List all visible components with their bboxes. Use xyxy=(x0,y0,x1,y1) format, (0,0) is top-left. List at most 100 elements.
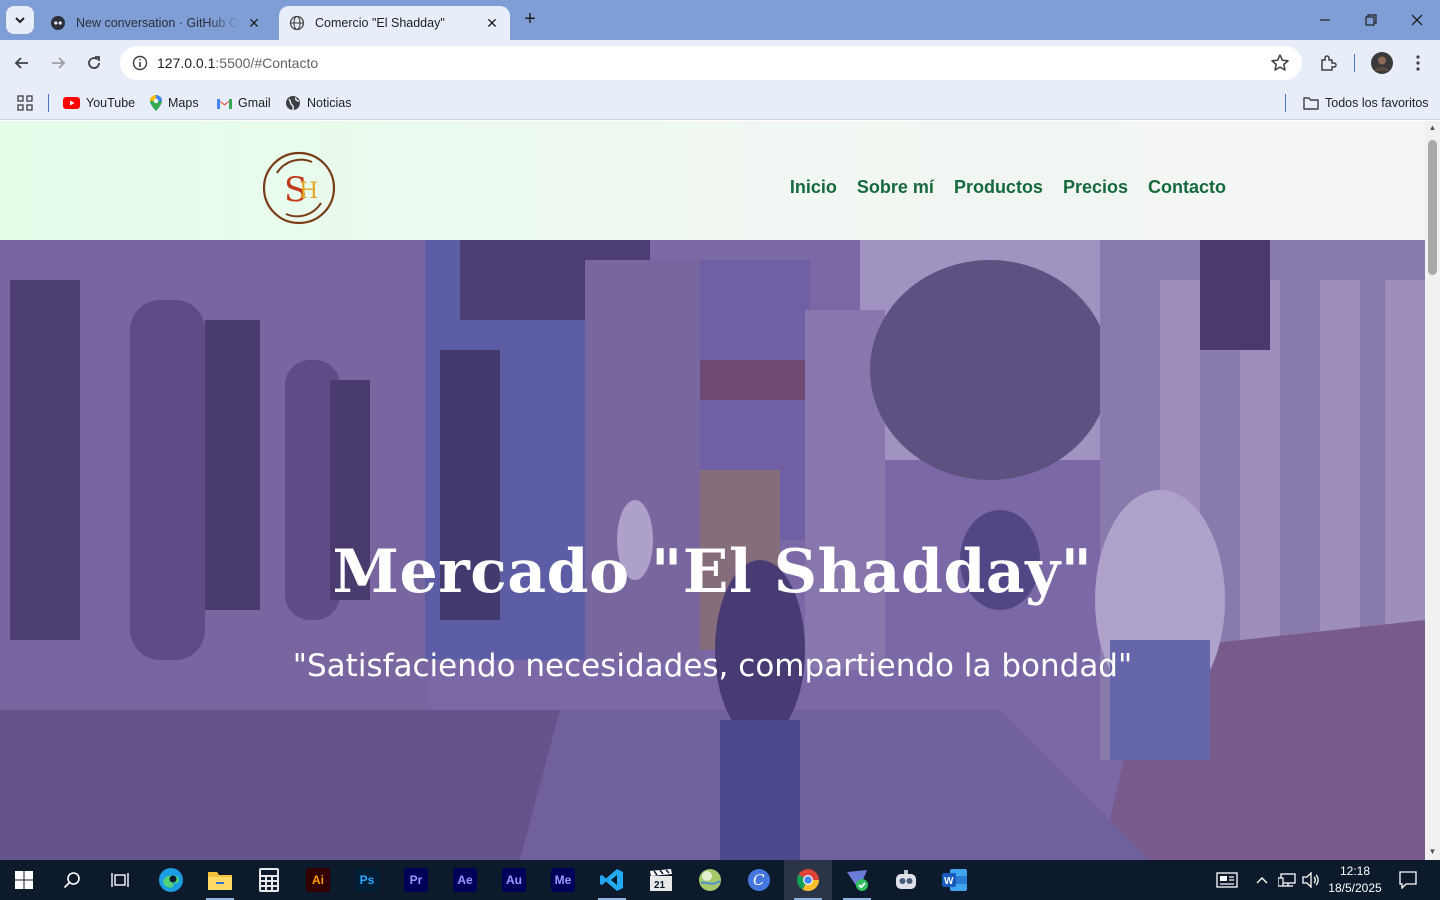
robot-icon xyxy=(896,870,916,889)
photoshop-icon: Ps xyxy=(355,868,379,892)
site-header: S H Inicio Sobre mí Productos Precios Co… xyxy=(0,121,1425,240)
taskbar-app-file-explorer[interactable] xyxy=(196,860,244,900)
restore-button[interactable] xyxy=(1348,0,1394,40)
taskbar-app-edge[interactable] xyxy=(147,860,195,900)
menu-button[interactable] xyxy=(1405,50,1431,76)
taskbar-app-robot[interactable] xyxy=(882,860,930,900)
close-icon[interactable]: ✕ xyxy=(484,15,500,31)
nav-precios[interactable]: Precios xyxy=(1063,177,1128,198)
star-icon[interactable] xyxy=(1270,53,1290,73)
site-logo[interactable]: S H xyxy=(262,151,336,225)
url-text[interactable]: 127.0.0.1:5500/#Contacto xyxy=(157,55,318,71)
edge-icon xyxy=(159,868,183,892)
logo-letter-h: H xyxy=(299,179,318,204)
puzzle-icon xyxy=(1321,55,1337,71)
bookmark-maps[interactable]: Maps xyxy=(150,92,199,114)
tab-strip: New conversation · GitHub Copilot ✕ Come… xyxy=(0,0,1440,40)
task-view-icon xyxy=(111,873,129,887)
url-host: 127.0.0.1 xyxy=(157,55,216,71)
youtube-icon xyxy=(63,97,80,109)
avatar xyxy=(1371,52,1393,74)
site-info-button[interactable] xyxy=(128,51,152,75)
copilot-icon xyxy=(51,16,65,30)
vscode-icon xyxy=(600,869,623,891)
apps-button[interactable] xyxy=(17,92,33,114)
globe-icon xyxy=(286,96,300,111)
windows-taskbar: Ai Ps Pr Ae Au Me 21 C W 12:18 18/5/2025 xyxy=(0,860,1440,900)
svg-text:C: C xyxy=(753,871,765,889)
globe-app-icon xyxy=(699,869,721,891)
nav-productos[interactable]: Productos xyxy=(954,177,1043,198)
bookmark-youtube[interactable]: YouTube xyxy=(63,92,135,114)
nav-sobre-mi[interactable]: Sobre mí xyxy=(857,177,934,198)
taskbar-app-audition[interactable]: Au xyxy=(490,860,538,900)
network-button[interactable] xyxy=(1276,860,1298,900)
minimize-button[interactable] xyxy=(1302,0,1348,40)
page-scrollbar[interactable]: ▲ ▼ xyxy=(1425,121,1440,860)
profile-button[interactable] xyxy=(1369,50,1395,76)
volume-button[interactable] xyxy=(1300,860,1322,900)
nav-inicio[interactable]: Inicio xyxy=(790,177,837,198)
bookmark-label: Noticias xyxy=(307,96,352,110)
new-tab-button[interactable]: + xyxy=(518,8,542,32)
forward-button[interactable] xyxy=(45,50,71,76)
show-hidden-icons-button[interactable] xyxy=(1254,860,1270,900)
news-widget[interactable] xyxy=(1212,860,1242,900)
notifications-button[interactable] xyxy=(1393,860,1423,900)
taskbar-app-chrome[interactable] xyxy=(784,860,832,900)
taskbar-app-premiere[interactable]: Pr xyxy=(392,860,440,900)
close-window-button[interactable] xyxy=(1394,0,1440,40)
windows-logo-icon xyxy=(15,871,33,889)
arrow-right-icon xyxy=(52,57,66,69)
media-encoder-icon: Me xyxy=(551,868,575,892)
taskbar-app-word[interactable]: W xyxy=(931,860,979,900)
system-clock[interactable]: 12:18 18/5/2025 xyxy=(1325,863,1385,897)
notification-icon xyxy=(1399,871,1417,889)
maps-pin-icon xyxy=(150,95,162,111)
restore-icon xyxy=(1365,14,1377,26)
close-icon[interactable]: ✕ xyxy=(246,15,262,31)
tab-title: Comercio "El Shadday" xyxy=(315,16,445,30)
scroll-down-arrow-icon[interactable]: ▼ xyxy=(1428,847,1437,856)
toolbar-divider xyxy=(1354,54,1355,72)
tab-title: New conversation · GitHub Copilot xyxy=(76,16,240,30)
tab-el-shadday[interactable]: Comercio "El Shadday" ✕ xyxy=(279,6,510,40)
search-button[interactable] xyxy=(48,860,96,900)
taskbar-app-vpn[interactable] xyxy=(833,860,881,900)
web-page: S H Inicio Sobre mí Productos Precios Co… xyxy=(0,121,1425,860)
shield-check-icon xyxy=(847,870,868,891)
network-icon xyxy=(1278,873,1296,887)
task-view-button[interactable] xyxy=(96,860,144,900)
taskbar-app-canva[interactable]: C xyxy=(735,860,783,900)
taskbar-app-media-encoder[interactable]: Me xyxy=(539,860,587,900)
bookmarks-divider xyxy=(48,94,49,112)
scroll-up-arrow-icon[interactable]: ▲ xyxy=(1428,123,1437,132)
reload-button[interactable] xyxy=(81,50,107,76)
search-icon xyxy=(63,872,80,889)
main-nav: Inicio Sobre mí Productos Precios Contac… xyxy=(790,177,1226,198)
address-bar[interactable]: 127.0.0.1:5500/#Contacto xyxy=(120,46,1302,80)
taskbar-app-illustrator[interactable]: Ai xyxy=(294,860,342,900)
apps-grid-icon xyxy=(17,95,33,111)
audition-icon: Au xyxy=(502,868,526,892)
bookmark-noticias[interactable]: Noticias xyxy=(285,92,351,114)
hero-title: Mercado "El Shadday" xyxy=(332,537,1093,607)
taskbar-app-after-effects[interactable]: Ae xyxy=(441,860,489,900)
taskbar-app-globe[interactable] xyxy=(686,860,734,900)
start-button[interactable] xyxy=(0,860,48,900)
nav-contacto[interactable]: Contacto xyxy=(1148,177,1226,198)
taskbar-app-vscode[interactable] xyxy=(588,860,636,900)
taskbar-app-video-editor[interactable]: 21 xyxy=(637,860,685,900)
bookmark-gmail[interactable]: Gmail xyxy=(217,92,271,114)
all-bookmarks-button[interactable]: Todos los favoritos xyxy=(1303,92,1429,114)
scrollbar-thumb[interactable] xyxy=(1428,140,1437,275)
tab-search-button[interactable] xyxy=(6,6,34,34)
chevron-down-icon xyxy=(15,17,25,24)
taskbar-app-photoshop[interactable]: Ps xyxy=(343,860,391,900)
extensions-button[interactable] xyxy=(1315,50,1341,76)
tab-copilot[interactable]: New conversation · GitHub Copilot ✕ xyxy=(40,6,272,40)
back-button[interactable] xyxy=(9,50,35,76)
taskbar-app-calculator[interactable] xyxy=(245,860,293,900)
illustrator-icon: Ai xyxy=(306,868,330,892)
gmail-icon xyxy=(217,99,232,109)
